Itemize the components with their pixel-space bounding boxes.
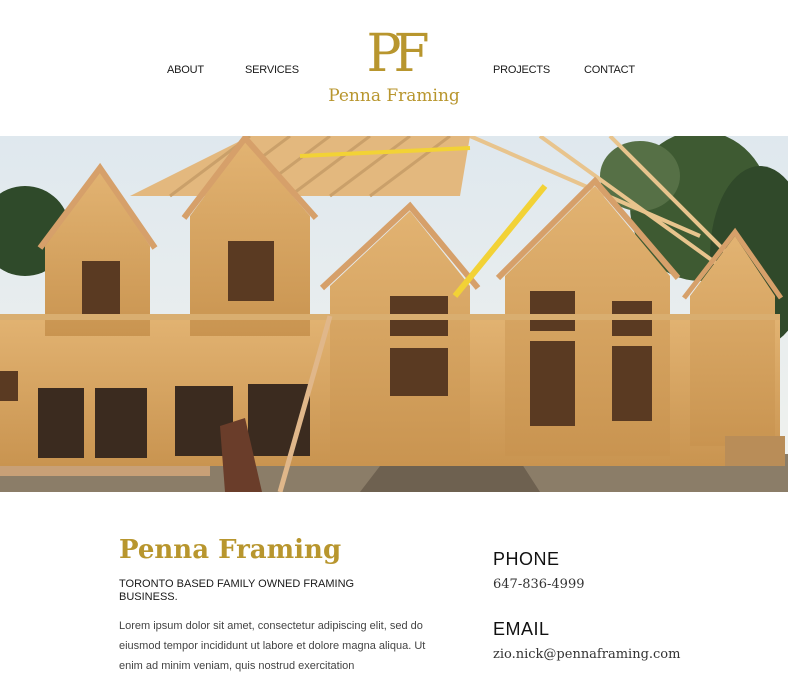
nav-about[interactable]: ABOUT: [167, 64, 204, 76]
site-logo[interactable]: PF Penna Framing: [320, 28, 468, 106]
email-label: EMAIL: [493, 619, 550, 639]
site-header: ABOUT SERVICES PF Penna Framing PROJECTS…: [0, 0, 788, 136]
nav-projects[interactable]: PROJECTS: [493, 64, 550, 76]
intro-tagline: TORONTO BASED FAMILY OWNED FRAMING BUSIN…: [119, 578, 355, 603]
logo-name: Penna Framing: [328, 86, 460, 106]
intro-title: Penna Framing: [119, 535, 342, 565]
nav-services[interactable]: SERVICES: [245, 64, 299, 76]
phone-number[interactable]: 647-836-4999: [493, 576, 753, 594]
email-address[interactable]: zio.nick@pennaframing.com: [493, 646, 753, 664]
hero-slider[interactable]: [0, 136, 788, 492]
contact-section: PHONE 647-836-4999 EMAIL zio.nick@pennaf…: [493, 548, 753, 664]
logo-mark: PF: [366, 24, 429, 84]
phone-label: PHONE: [493, 549, 560, 569]
intro-body: Lorem ipsum dolor sit amet, consectetur …: [119, 620, 426, 672]
hero-image-house-framing: [0, 136, 788, 492]
intro-section: Penna Framing TORONTO BASED FAMILY OWNED…: [119, 532, 429, 676]
nav-contact[interactable]: CONTACT: [584, 64, 635, 76]
